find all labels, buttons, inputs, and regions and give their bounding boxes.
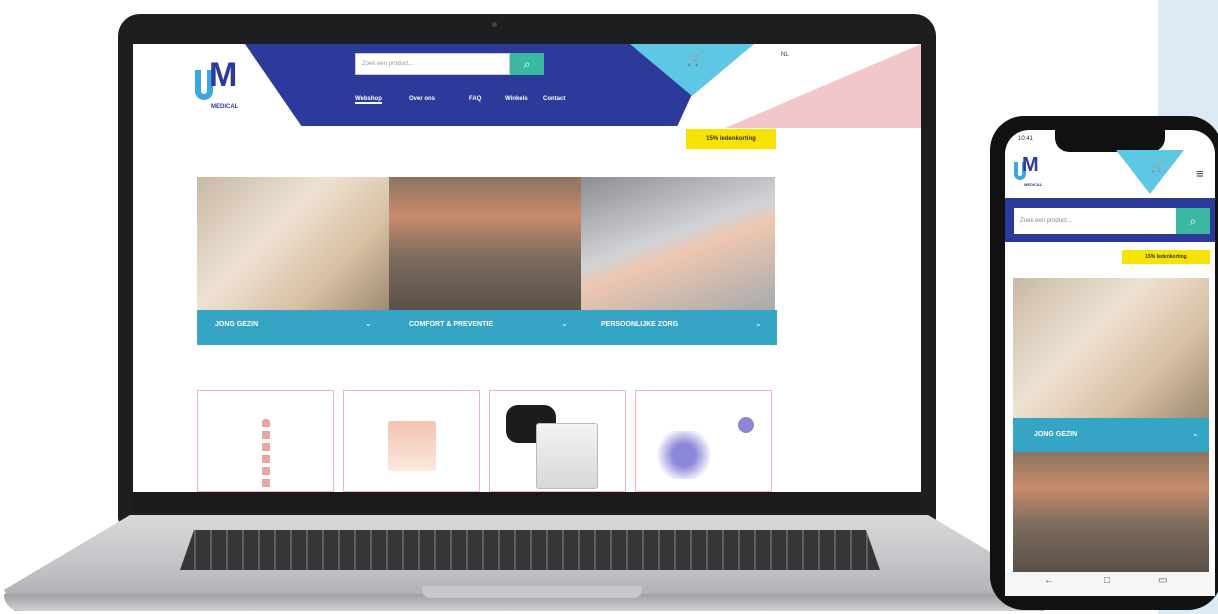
- product-image: [388, 421, 436, 471]
- product-card-baby-box[interactable]: [343, 390, 480, 492]
- product-card-breast-pump[interactable]: [635, 390, 772, 492]
- nav-webshop[interactable]: Webshop: [355, 96, 382, 104]
- search-icon: ⌕: [523, 57, 531, 71]
- product-image-monitor: [536, 423, 598, 489]
- category-persoonlijke-zorg[interactable]: PERSOONLIJKE ZORG: [601, 321, 678, 328]
- promo-badge: 15% ledenkorting: [686, 129, 776, 149]
- cart-icon[interactable]: 🛒: [686, 50, 703, 67]
- search-button[interactable]: ⌕: [510, 53, 544, 75]
- phone-promo-badge: 15% ledenkorting: [1122, 250, 1210, 264]
- phone-logo[interactable]: M MEDICAL: [1014, 154, 1048, 188]
- logo-wordmark: MEDICAL: [211, 104, 239, 110]
- product-image: [656, 431, 712, 479]
- phone-hero-image-comfort[interactable]: [1013, 452, 1209, 572]
- logo-letter: M: [209, 56, 238, 94]
- product-card-blood-pressure-monitor[interactable]: [489, 390, 626, 492]
- nav-winkels[interactable]: Winkels: [505, 96, 528, 102]
- category-comfort-preventie[interactable]: COMFORT & PREVENTIE: [409, 321, 493, 328]
- phone-hero-image-young-family[interactable]: [1013, 278, 1209, 418]
- category-jong-gezin[interactable]: JONG GEZIN: [215, 321, 258, 328]
- laptop-screen: M MEDICAL Zoek een product... ⌕ Webshop …: [133, 44, 921, 492]
- laptop-bezel-bottom: [133, 492, 921, 512]
- phone-category-jong-gezin[interactable]: JONG GEZIN: [1034, 431, 1077, 438]
- chevron-down-icon[interactable]: ⌄: [755, 319, 762, 328]
- phone-search-input[interactable]: Zoek een product...: [1014, 208, 1176, 234]
- phone-status-time: 10:41: [1018, 136, 1034, 142]
- hero-image-young-family[interactable]: [197, 177, 391, 310]
- camera: [492, 22, 497, 27]
- home-button[interactable]: □: [1104, 575, 1110, 586]
- chevron-down-icon[interactable]: ⌄: [365, 319, 372, 328]
- cart-icon[interactable]: 🛒: [1151, 160, 1165, 173]
- nav-faq[interactable]: FAQ: [469, 96, 481, 102]
- logo[interactable]: M MEDICAL: [195, 56, 253, 114]
- language-switch[interactable]: NL: [781, 52, 789, 58]
- search-input[interactable]: Zoek een product...: [355, 53, 510, 75]
- product-image-accessory: [738, 417, 754, 433]
- hero-image-comfort[interactable]: [389, 177, 583, 310]
- back-button[interactable]: ←: [1044, 575, 1054, 586]
- search-icon: ⌕: [1189, 214, 1197, 228]
- product-image: [262, 419, 270, 489]
- logo-wordmark: MEDICAL: [1024, 182, 1043, 187]
- header-pink-triangle: [725, 44, 921, 128]
- showcase: M MEDICAL Zoek een product... ⌕ Webshop …: [0, 0, 1218, 614]
- product-card-pacifier-clip[interactable]: [197, 390, 334, 492]
- laptop-trackpad: [422, 586, 642, 598]
- hero-image-personal-care[interactable]: [581, 177, 775, 310]
- phone-search-button[interactable]: ⌕: [1176, 208, 1210, 234]
- nav-contact[interactable]: Contact: [543, 96, 565, 102]
- chevron-down-icon[interactable]: ⌄: [1192, 429, 1199, 438]
- phone-notch: [1055, 130, 1165, 152]
- chevron-down-icon[interactable]: ⌄: [561, 319, 568, 328]
- logo-letter: M: [1022, 154, 1039, 176]
- recents-button[interactable]: ▭: [1158, 575, 1167, 586]
- laptop-keyboard: [180, 530, 880, 570]
- nav-over-ons[interactable]: Over ons: [409, 96, 435, 102]
- hamburger-icon[interactable]: ≡: [1196, 166, 1204, 181]
